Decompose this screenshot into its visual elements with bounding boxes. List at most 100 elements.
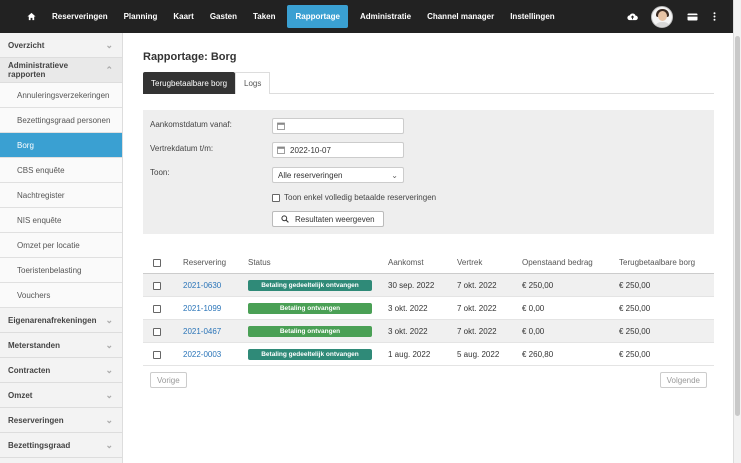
nav-channel-manager[interactable]: Channel manager xyxy=(419,0,502,33)
sidebar-sub-toeristenbelasting[interactable]: Toeristenbelasting xyxy=(0,258,122,283)
card-icon[interactable] xyxy=(681,13,703,21)
chevron-down-icon: ⌄ xyxy=(105,414,113,425)
reservation-link[interactable]: 2022-0003 xyxy=(183,343,221,366)
arrival-cell: 3 okt. 2022 xyxy=(388,304,428,313)
page-title: Rapportage: Borg xyxy=(143,51,237,63)
sidebar-item-bezettingsgraad[interactable]: Bezettingsgraad ⌄ xyxy=(0,433,122,458)
more-vertical-icon[interactable] xyxy=(703,12,725,21)
sidebar-sub-nis-enquete[interactable]: NIS enquête xyxy=(0,208,122,233)
chevron-down-icon: ⌄ xyxy=(105,39,113,50)
sidebar-sub-bezettingsgraad-personen[interactable]: Bezettingsgraad personen xyxy=(0,108,122,133)
nav-instellingen[interactable]: Instellingen xyxy=(502,0,562,33)
row-checkbox[interactable] xyxy=(153,343,161,366)
show-results-button[interactable]: Resultaten weergeven xyxy=(272,211,384,227)
status-badge: Betaling ontvangen xyxy=(248,303,372,314)
arrival-from-input[interactable] xyxy=(272,118,404,134)
nav-planning[interactable]: Planning xyxy=(116,0,166,33)
arrival-cell: 30 sep. 2022 xyxy=(388,281,435,290)
calendar-icon xyxy=(277,146,285,154)
only-paid-checkbox-row[interactable]: Toon enkel volledig betaalde reservering… xyxy=(272,193,436,202)
row-checkbox[interactable] xyxy=(153,274,161,297)
col-vertrek[interactable]: Vertrek xyxy=(457,251,482,274)
sidebar-sub-cbs-enquete[interactable]: CBS enquête xyxy=(0,158,122,183)
calendar-icon xyxy=(277,122,285,130)
col-aankomst[interactable]: Aankomst xyxy=(388,251,424,274)
departure-to-input[interactable]: 2022-10-07 xyxy=(272,142,404,158)
only-paid-checkbox[interactable] xyxy=(272,193,280,202)
departure-cell: 7 okt. 2022 xyxy=(457,327,497,336)
col-reservering[interactable]: Reservering xyxy=(183,251,226,274)
sidebar: Overzicht ⌄ Administratieve rapporten ⌃ … xyxy=(0,33,123,463)
cloud-upload-icon[interactable] xyxy=(621,12,643,21)
outstanding-cell: € 0,00 xyxy=(522,327,545,336)
sidebar-sub-vouchers[interactable]: Vouchers xyxy=(0,283,122,308)
reservation-link[interactable]: 2021-0467 xyxy=(183,320,221,343)
sidebar-item-label: Contracten xyxy=(8,365,51,375)
departure-to-label: Vertrekdatum t/m: xyxy=(150,144,214,153)
chevron-down-icon: ⌄ xyxy=(105,339,113,350)
col-terugbetaalbare-borg[interactable]: Terugbetaalbare borg xyxy=(619,251,695,274)
chevron-down-icon: ⌄ xyxy=(105,439,113,450)
sidebar-item-label: Reserveringen xyxy=(8,415,64,425)
sidebar-item-administratieve-rapporten[interactable]: Administratieve rapporten ⌃ xyxy=(0,58,122,83)
sidebar-sub-omzet-per-locatie[interactable]: Omzet per locatie xyxy=(0,233,122,258)
nav-rapportage[interactable]: Rapportage xyxy=(287,5,348,28)
sidebar-sub-nachtregister[interactable]: Nachtregister xyxy=(0,183,122,208)
sidebar-sub-annuleringsverzekeringen[interactable]: Annuleringsverzekeringen xyxy=(0,83,122,108)
scrollbar-thumb[interactable] xyxy=(735,36,740,416)
table-row: 2022-0003 Betaling gedeeltelijk ontvange… xyxy=(143,343,714,366)
row-checkbox[interactable] xyxy=(153,320,161,343)
results-table: Reservering Status Aankomst Vertrek Open… xyxy=(143,251,714,366)
nav-administratie[interactable]: Administratie xyxy=(352,0,419,33)
table-row: 2021-1099 Betaling ontvangen 3 okt. 2022… xyxy=(143,297,714,320)
chevron-down-icon: ⌄ xyxy=(105,314,113,325)
nav-kaart[interactable]: Kaart xyxy=(165,0,201,33)
show-label: Toon: xyxy=(150,168,170,177)
tab-logs[interactable]: Logs xyxy=(235,72,271,94)
show-results-label: Resultaten weergeven xyxy=(295,214,375,224)
show-select-value: Alle reserveringen xyxy=(278,170,343,180)
row-checkbox[interactable] xyxy=(153,297,161,320)
top-navigation: Reserveringen Planning Kaart Gasten Take… xyxy=(0,0,733,33)
sidebar-item-label: Meterstanden xyxy=(8,340,61,350)
sidebar-item-omzet[interactable]: Omzet ⌄ xyxy=(0,383,122,408)
sidebar-item-label: Omzet xyxy=(8,390,33,400)
table-row: 2021-0630 Betaling gedeeltelijk ontvange… xyxy=(143,274,714,297)
deposit-cell: € 250,00 xyxy=(619,350,651,359)
sidebar-item-overzicht[interactable]: Overzicht ⌄ xyxy=(0,33,122,58)
outstanding-cell: € 0,00 xyxy=(522,304,545,313)
sidebar-item-reserveringen[interactable]: Reserveringen ⌄ xyxy=(0,408,122,433)
avatar[interactable] xyxy=(651,5,673,28)
home-icon[interactable] xyxy=(18,0,44,33)
departure-cell: 5 aug. 2022 xyxy=(457,350,500,359)
filter-panel: Aankomstdatum vanaf: Vertrekdatum t/m: 2… xyxy=(143,110,714,234)
departure-cell: 7 okt. 2022 xyxy=(457,281,497,290)
outstanding-cell: € 260,80 xyxy=(522,350,554,359)
reservation-link[interactable]: 2021-0630 xyxy=(183,274,221,297)
nav-reserveringen[interactable]: Reserveringen xyxy=(44,0,116,33)
table-header: Reservering Status Aankomst Vertrek Open… xyxy=(143,251,714,274)
search-icon xyxy=(281,215,289,223)
nav-taken[interactable]: Taken xyxy=(245,0,284,33)
sidebar-item-meterstanden[interactable]: Meterstanden ⌄ xyxy=(0,333,122,358)
sidebar-item-label: Overzicht xyxy=(8,40,45,50)
chevron-up-icon: ⌃ xyxy=(105,64,113,75)
reservation-link[interactable]: 2021-1099 xyxy=(183,297,221,320)
sidebar-item-contracten[interactable]: Contracten ⌄ xyxy=(0,358,122,383)
select-all-checkbox[interactable] xyxy=(153,251,161,274)
sidebar-item-label: Bezettingsgraad xyxy=(8,440,71,450)
show-select[interactable]: Alle reserveringen ⌄ xyxy=(272,167,404,183)
sidebar-item-eigenarenafrekeningen[interactable]: Eigenarenafrekeningen ⌄ xyxy=(0,308,122,333)
pagination: Vorige Volgende xyxy=(143,372,714,388)
table-row: 2021-0467 Betaling ontvangen 3 okt. 2022… xyxy=(143,320,714,343)
prev-page-button[interactable]: Vorige xyxy=(150,372,187,388)
sidebar-sub-borg[interactable]: Borg xyxy=(0,133,122,158)
col-openstaand[interactable]: Openstaand bedrag xyxy=(522,251,593,274)
outstanding-cell: € 250,00 xyxy=(522,281,554,290)
col-status[interactable]: Status xyxy=(248,251,271,274)
chevron-down-icon: ⌄ xyxy=(105,389,113,400)
nav-gasten[interactable]: Gasten xyxy=(202,0,245,33)
page-scrollbar[interactable] xyxy=(733,0,741,463)
next-page-button[interactable]: Volgende xyxy=(659,372,707,388)
tab-terugbetaalbare-borg[interactable]: Terugbetaalbare borg xyxy=(143,72,236,94)
